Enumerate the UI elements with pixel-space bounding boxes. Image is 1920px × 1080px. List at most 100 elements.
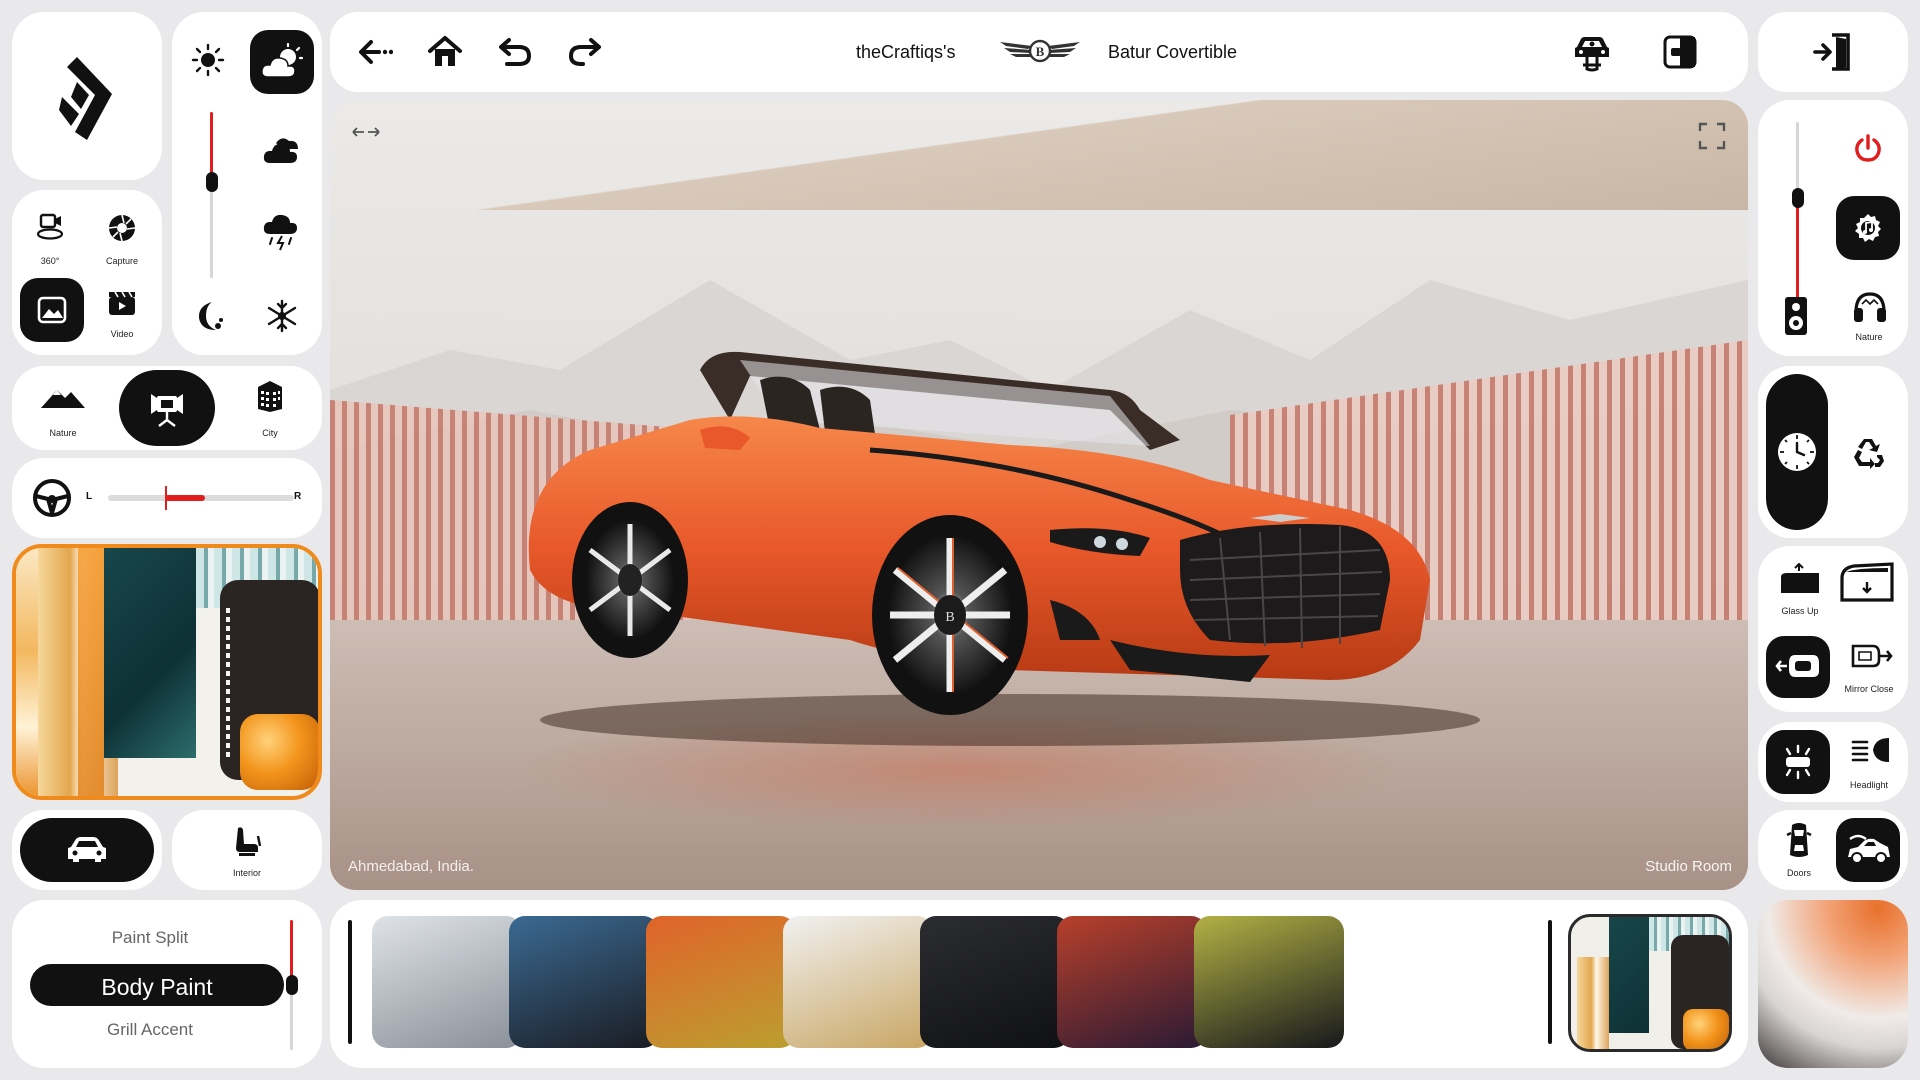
recirculation-icon[interactable] — [1848, 432, 1888, 472]
convertible-roof-button[interactable] — [1836, 818, 1900, 882]
scene-label: Studio Room — [1645, 858, 1732, 875]
storm-icon[interactable] — [260, 212, 304, 252]
studio-environment-button[interactable] — [119, 370, 215, 446]
fullscreen-icon[interactable] — [1696, 120, 1728, 152]
capture-button[interactable] — [106, 212, 138, 244]
redo-icon[interactable] — [566, 34, 604, 70]
climate-mode-button[interactable] — [1766, 374, 1828, 530]
undo-icon[interactable] — [496, 34, 534, 70]
selected-material-swatch[interactable] — [1568, 914, 1732, 1052]
interior-label: Interior — [232, 868, 262, 878]
mirror-open-button[interactable] — [1766, 636, 1830, 698]
bentley-wings-logo: B — [998, 34, 1082, 72]
car-driver-icon[interactable] — [1570, 30, 1614, 74]
svg-text:B: B — [1036, 44, 1045, 59]
car-render: B — [528, 351, 1480, 746]
brightness-slider-handle[interactable] — [206, 171, 218, 192]
grill-accent-option[interactable]: Grill Accent — [12, 1020, 288, 1040]
exterior-view-button[interactable] — [20, 818, 154, 882]
material-preview-sphere[interactable] — [1758, 900, 1908, 1068]
steering-wheel-icon — [30, 476, 74, 520]
color-swatch[interactable] — [372, 916, 522, 1048]
color-swatch[interactable] — [783, 916, 933, 1048]
windows-panel: Glass Up Mirror Close — [1758, 546, 1908, 712]
window-down-icon[interactable] — [1834, 558, 1900, 606]
paint-slider-handle[interactable] — [286, 975, 298, 995]
steering-slider-fill — [164, 495, 205, 501]
mini-teal-panel — [1609, 917, 1649, 1033]
steering-right-label: R — [294, 491, 302, 502]
ceiling-beam — [330, 100, 1748, 210]
sun-icon[interactable] — [190, 42, 226, 78]
car-viewport[interactable]: B Ahmedabad, India. Studio Room — [330, 100, 1748, 890]
color-swatch[interactable] — [1057, 916, 1207, 1048]
exit-panel[interactable] — [1758, 12, 1908, 92]
exit-door-icon — [1810, 30, 1856, 74]
cabin-light-icon — [1780, 744, 1816, 780]
mirror-open-icon — [1774, 648, 1822, 686]
environment-city-label: City — [262, 428, 278, 438]
music-note-icon — [1850, 210, 1886, 246]
glass-up-label: Glass Up — [1781, 606, 1819, 616]
snowflake-icon[interactable] — [262, 296, 302, 336]
mirror-close-icon[interactable] — [1846, 638, 1894, 678]
photo-button[interactable] — [20, 278, 84, 342]
volume-slider-handle[interactable] — [1792, 188, 1804, 208]
svg-text:B: B — [945, 610, 954, 625]
steering-slider-handle[interactable] — [164, 486, 167, 510]
front-wheel: B — [872, 515, 1028, 715]
environment-nature-label: Nature — [49, 428, 77, 438]
view-360-label: 360° — [40, 256, 60, 266]
home-icon[interactable] — [426, 32, 464, 72]
color-swatch[interactable] — [920, 916, 1070, 1048]
location-label: Ahmedabad, India. — [348, 858, 474, 875]
arrow-back-icon[interactable] — [356, 34, 394, 70]
headphones-icon[interactable] — [1850, 288, 1890, 326]
video-label: Video — [110, 329, 134, 339]
convertible-roof-icon — [1844, 832, 1892, 868]
video-button[interactable] — [106, 288, 138, 318]
image-icon — [36, 294, 68, 326]
color-swatch[interactable] — [646, 916, 796, 1048]
mini-gold-strip — [1577, 957, 1609, 1049]
weather-panel — [172, 12, 322, 355]
camera-360-icon — [36, 213, 64, 240]
music-button[interactable] — [1836, 196, 1900, 260]
material-orange-ball — [240, 714, 318, 790]
material-orange-strip — [78, 548, 104, 796]
doors-label: Doors — [1786, 868, 1812, 878]
power-icon[interactable] — [1850, 130, 1886, 166]
rear-wheel — [572, 502, 688, 658]
headlight-icon[interactable] — [1848, 732, 1892, 768]
clouds-icon[interactable] — [260, 134, 304, 168]
view-360-button[interactable] — [34, 212, 66, 242]
owner-name: theCraftiqs's — [856, 42, 956, 62]
body-paint-label: Body Paint — [101, 974, 213, 1000]
mini-orange-ball — [1683, 1009, 1729, 1049]
partly-cloudy-button[interactable] — [250, 30, 314, 94]
studio-light-icon — [147, 386, 187, 430]
paint-split-option[interactable]: Paint Split — [12, 928, 288, 948]
view-selector-panel — [12, 810, 162, 890]
material-cream-strip — [16, 548, 38, 796]
mirror-close-label: Mirror Close — [1844, 684, 1894, 694]
mountain-icon[interactable] — [38, 382, 88, 412]
city-icon[interactable] — [252, 378, 288, 414]
clock-dial-icon — [1775, 430, 1819, 474]
cabin-light-button[interactable] — [1766, 730, 1830, 794]
color-swatch[interactable] — [509, 916, 659, 1048]
glass-up-button[interactable] — [1776, 560, 1824, 600]
split-toggle-icon[interactable] — [1660, 32, 1700, 72]
pan-arrows-icon[interactable] — [350, 120, 382, 144]
selected-material-preview[interactable] — [12, 544, 322, 800]
swatch-bar-divider-right — [1548, 920, 1552, 1044]
color-swatch[interactable] — [1194, 916, 1344, 1048]
moon-icon[interactable] — [188, 296, 228, 336]
clapperboard-icon — [109, 291, 135, 315]
steering-left-label: L — [86, 491, 93, 502]
interior-view-panel[interactable]: Interior — [172, 810, 322, 890]
lights-panel: Headlight — [1758, 722, 1908, 802]
doors-panel: Doors — [1758, 810, 1908, 890]
doors-icon[interactable] — [1784, 820, 1814, 860]
speaker-icon[interactable] — [1780, 294, 1812, 338]
